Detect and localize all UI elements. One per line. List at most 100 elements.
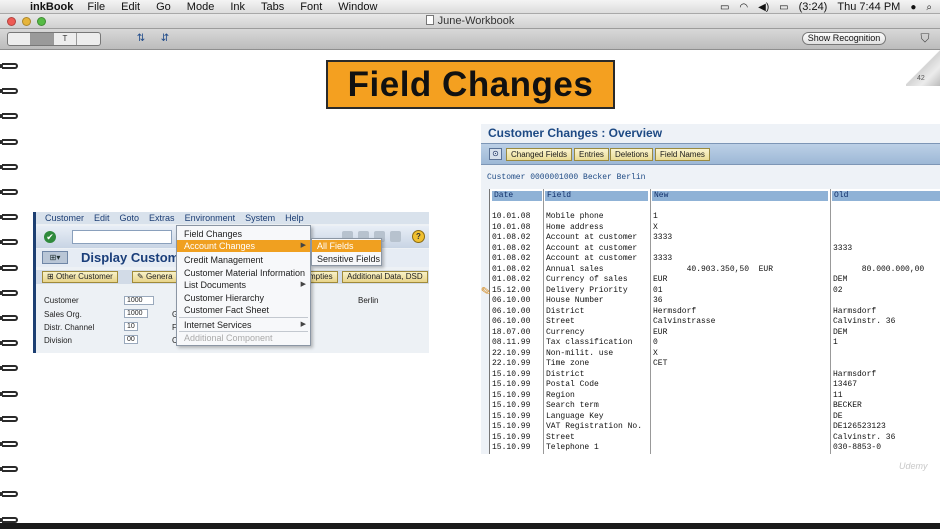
- sap-menu-system[interactable]: System: [245, 213, 275, 223]
- table-row[interactable]: 01.08.02 Currency of sales EUR DEM: [490, 275, 940, 285]
- distr-channel-field[interactable]: 10: [124, 322, 138, 331]
- customer-field[interactable]: 1000: [124, 296, 154, 305]
- table-row[interactable]: 18.07.00 Currency EUR DEM: [490, 328, 940, 338]
- cell-new: 36: [653, 296, 663, 305]
- cell-old: Harmsdorf: [833, 306, 877, 316]
- cell-new: Calvinstrasse: [653, 317, 716, 326]
- table-row[interactable]: 15.10.99 Language Key DE: [490, 412, 940, 422]
- changed-fields-button[interactable]: Changed Fields: [506, 148, 573, 161]
- menu-item-customer-material-info[interactable]: Customer Material Information: [177, 267, 310, 279]
- app-menu[interactable]: inkBook: [30, 1, 73, 13]
- table-row[interactable]: 22.10.99 Non-milit. use X: [490, 349, 940, 359]
- display-change-toggle-icon[interactable]: ⊞▾: [42, 251, 68, 264]
- menu-mode[interactable]: Mode: [187, 1, 215, 13]
- table-row[interactable]: 15.12.00 Delivery Priority 01 02: [490, 286, 940, 296]
- column-header-new[interactable]: New: [652, 191, 828, 201]
- table-row[interactable]: 06.10.00 District Hermsdorf Harmsdorf: [490, 307, 940, 317]
- sales-org-field[interactable]: 1000: [124, 309, 148, 318]
- table-row[interactable]: 01.08.02 Account at customer 3333: [490, 233, 940, 243]
- basket-icon[interactable]: ⛉: [916, 31, 934, 47]
- system-menubar: inkBook File Edit Go Mode Ink Tabs Font …: [0, 0, 940, 14]
- spiral-ring: [0, 63, 18, 69]
- clock[interactable]: Thu 7:44 PM: [837, 1, 900, 13]
- menu-edit[interactable]: Edit: [121, 1, 140, 13]
- choose-detail-icon[interactable]: ⊙: [489, 148, 502, 160]
- general-data-button[interactable]: ✎ Genera: [132, 271, 178, 283]
- table-row[interactable]: 15.10.99 Street Calvinstr. 36: [490, 433, 940, 443]
- menu-tabs[interactable]: Tabs: [261, 1, 284, 13]
- table-row[interactable]: 22.10.99 Time zone CET: [490, 359, 940, 369]
- sap-menu-extras[interactable]: Extras: [149, 213, 175, 223]
- sap-menu-help[interactable]: Help: [285, 213, 304, 223]
- column-header-field[interactable]: Field: [545, 191, 648, 201]
- menu-font[interactable]: Font: [300, 1, 322, 13]
- enter-check-icon[interactable]: ✔: [44, 231, 56, 243]
- sap-menu-goto[interactable]: Goto: [120, 213, 140, 223]
- table-row[interactable]: 10.01.08 Mobile phone 1: [490, 212, 940, 222]
- menu-item-internet-services[interactable]: Internet Services ▶: [177, 319, 310, 331]
- sap-command-field[interactable]: [72, 230, 172, 244]
- table-row[interactable]: 15.10.99 Postal Code 13467: [490, 380, 940, 390]
- menu-item-field-changes[interactable]: Field Changes: [177, 228, 310, 240]
- table-row[interactable]: 15.10.99 Telephone 1 030-8853-0: [490, 443, 940, 453]
- table-row[interactable]: 06.10.00 Street Calvinstrasse Calvinstr. 36: [490, 317, 940, 327]
- general-data-label: Genera: [145, 272, 173, 281]
- field-changes-banner: Field Changes: [326, 60, 615, 109]
- battery-icon[interactable]: ▭: [779, 2, 788, 13]
- sort-descending-icon[interactable]: ⇵: [157, 32, 173, 46]
- menu-window[interactable]: Window: [338, 1, 377, 13]
- udemy-watermark: Udemy: [899, 461, 928, 471]
- volume-icon[interactable]: ◀): [758, 2, 769, 13]
- pen-tool-icon[interactable]: [8, 33, 31, 45]
- menu-go[interactable]: Go: [156, 1, 171, 13]
- highlighter-tool-icon[interactable]: [31, 33, 54, 45]
- table-row[interactable]: 15.10.99 Region 11: [490, 391, 940, 401]
- user-icon[interactable]: ●: [910, 2, 916, 13]
- menu-file[interactable]: File: [87, 1, 105, 13]
- table-row[interactable]: 08.11.99 Tax classification 0 1: [490, 338, 940, 348]
- window-title: June-Workbook: [0, 15, 940, 27]
- sap-menu-edit[interactable]: Edit: [94, 213, 110, 223]
- spiral-ring: [0, 415, 18, 422]
- field-names-button[interactable]: Field Names: [655, 148, 710, 161]
- menu-item-credit-management[interactable]: Credit Management: [177, 254, 310, 266]
- screen-mirroring-icon[interactable]: ▭: [720, 2, 729, 13]
- column-header-old[interactable]: Old: [832, 191, 940, 201]
- cell-old: BECKER: [833, 401, 862, 410]
- submenu-item-sensitive-fields[interactable]: Sensitive Fields: [312, 253, 381, 265]
- help-icon[interactable]: ?: [412, 230, 425, 243]
- cell-field: Currency of sales: [546, 275, 628, 284]
- menu-item-customer-hierarchy[interactable]: Customer Hierarchy: [177, 292, 310, 304]
- sap-menu-environment[interactable]: Environment: [185, 213, 236, 223]
- menu-item-account-changes[interactable]: Account Changes ▶: [177, 240, 310, 252]
- table-row[interactable]: 15.10.99 Search term BECKER: [490, 401, 940, 411]
- column-header-date[interactable]: Date: [492, 191, 542, 201]
- cell-date: 15.10.99: [492, 369, 531, 379]
- menu-item-customer-fact-sheet[interactable]: Customer Fact Sheet: [177, 304, 310, 316]
- wifi-icon[interactable]: ◠: [739, 2, 748, 13]
- entries-button[interactable]: Entries: [574, 148, 609, 161]
- cell-field: Telephone 1: [546, 443, 599, 452]
- table-row[interactable]: 10.01.08 Home address X: [490, 223, 940, 233]
- menu-ink[interactable]: Ink: [230, 1, 245, 13]
- submenu-item-all-fields[interactable]: All Fields: [312, 240, 381, 252]
- other-customer-button[interactable]: ⊞ Other Customer: [42, 271, 118, 283]
- cell-old: Harmsdorf: [833, 369, 877, 379]
- cell-date: 01.08.02: [492, 243, 531, 253]
- deletions-button[interactable]: Deletions: [610, 148, 654, 161]
- table-row[interactable]: 15.10.99 District Harmsdorf: [490, 370, 940, 380]
- table-row[interactable]: 01.08.02 Account at customer 3333: [490, 254, 940, 264]
- sort-ascending-icon[interactable]: ⇅: [133, 32, 149, 46]
- pointer-tool-icon[interactable]: [77, 33, 100, 45]
- table-row[interactable]: 06.10.00 House Number 36: [490, 296, 940, 306]
- table-row[interactable]: 01.08.02 Annual sales 40.903.350,50 EUR 8…: [490, 265, 940, 275]
- table-row[interactable]: 01.08.02 Account at customer 3333: [490, 244, 940, 254]
- table-row[interactable]: 15.10.99 VAT Registration No. DE126523123: [490, 422, 940, 432]
- division-field[interactable]: 00: [124, 335, 138, 344]
- menu-item-list-documents[interactable]: List Documents ▶: [177, 279, 310, 291]
- text-tool-icon[interactable]: T: [54, 33, 77, 45]
- show-recognition-button[interactable]: Show Recognition: [802, 32, 886, 45]
- additional-data-dsd-button[interactable]: Additional Data, DSD: [342, 271, 428, 283]
- spotlight-search-icon[interactable]: ⌕: [926, 2, 932, 13]
- sap-menu-customer[interactable]: Customer: [45, 213, 84, 223]
